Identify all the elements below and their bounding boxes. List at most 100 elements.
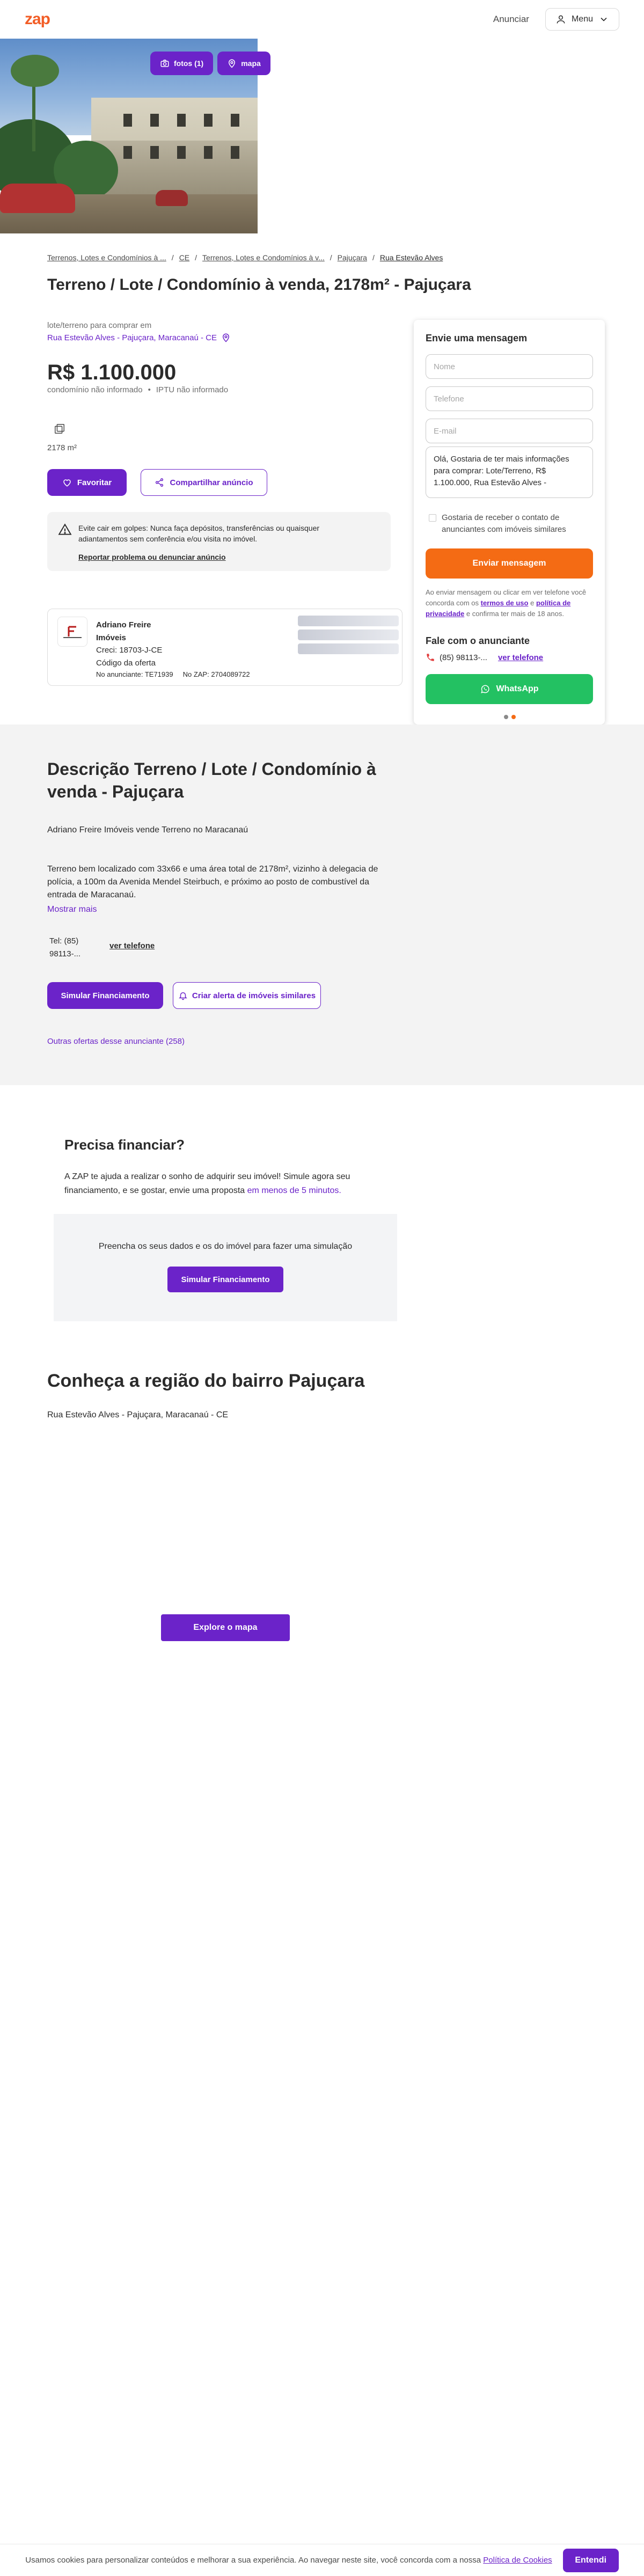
menu-label: Menu [571, 14, 593, 24]
zap-code: No ZAP: 2704089722 [182, 670, 250, 678]
breadcrumb-separator: / [372, 253, 375, 262]
anunciar-link[interactable]: Anunciar [493, 14, 529, 25]
page-title: Terreno / Lote / Condomínio à venda, 217… [47, 276, 471, 294]
contact-title: Fale com o anunciante [426, 635, 530, 646]
gallery-controls: fotos (1) mapa [150, 52, 270, 75]
financing-simulate-button[interactable]: Simular Financiamento [167, 1267, 283, 1292]
phone-icon [427, 654, 434, 661]
report-link[interactable]: Reportar problema ou denunciar anúncio [78, 553, 379, 561]
cookie-banner: Usamos cookies para personalizar conteúd… [0, 2544, 644, 2576]
iptu: IPTU não informado [156, 385, 229, 394]
price-details: condomínio não informado • IPTU não info… [47, 385, 228, 394]
breadcrumb: Terrenos, Lotes e Condomínios à ... / CE… [47, 253, 443, 262]
create-alert-button[interactable]: Criar alerta de imóveis similares [173, 982, 321, 1009]
cookie-accept-button[interactable]: Entendi [562, 2548, 619, 2572]
breadcrumb-item-neighborhood[interactable]: Pajuçara [338, 253, 367, 262]
whatsapp-icon [481, 685, 490, 693]
scam-alert: Evite cair em golpes: Nunca faça depósit… [47, 512, 391, 571]
favorite-label: Favoritar [77, 478, 112, 487]
breadcrumb-separator: / [330, 253, 332, 262]
description-phone: Tel: (85) 98113-... [49, 936, 81, 958]
offer-code-label: Código da oferta [96, 658, 156, 668]
advertiser-card: Adriano Freire Imóveis Creci: 18703-J-CE… [47, 609, 402, 686]
map-pin-icon [229, 59, 236, 68]
alert-text: Evite cair em golpes: Nunca faça depósit… [78, 524, 320, 543]
see-phone-link[interactable]: ver telefone [498, 653, 543, 662]
message-textarea[interactable]: Olá, Gostaria de ter mais informações pa… [426, 447, 593, 498]
gallery: fotos (1) mapa [0, 39, 644, 233]
optin-checkbox[interactable] [429, 514, 436, 522]
map-label: mapa [241, 59, 261, 68]
financing-title: Precisa financiar? [64, 1137, 185, 1153]
other-offers-link[interactable]: Outras ofertas desse anunciante (258) [47, 1037, 185, 1046]
email-input[interactable] [426, 419, 593, 443]
phone-input[interactable] [426, 386, 593, 411]
advertiser-logo-mark [63, 626, 82, 638]
form-title: Envie uma mensagem [426, 333, 528, 343]
breadcrumb-item-state[interactable]: CE [179, 253, 189, 262]
optin-label: Gostaria de receber o contato de anuncia… [442, 513, 566, 534]
create-alert-label: Criar alerta de imóveis similares [192, 991, 316, 1000]
map-pin-icon [222, 333, 229, 342]
description-body: Terreno bem localizado com 33x66 e uma á… [47, 865, 378, 899]
share-button[interactable]: Compartilhar anúncio [141, 469, 267, 496]
address-link[interactable]: Rua Estevão Alves - Pajuçara, Maracanaú … [47, 333, 231, 342]
financing-accent: em menos de 5 minutos. [247, 1186, 341, 1195]
phone-number: (85) 98113-... [440, 653, 487, 662]
advertiser-creci: Creci: 18703-J-CE [96, 646, 163, 655]
camera-icon [160, 60, 169, 67]
breadcrumb-item-category[interactable]: Terrenos, Lotes e Condomínios à ... [47, 253, 166, 262]
advertiser-logo[interactable] [57, 617, 87, 647]
name-input[interactable] [426, 354, 593, 379]
zap-logo[interactable]: zap [25, 10, 50, 28]
menu-button[interactable]: Menu [545, 8, 619, 31]
favorite-button[interactable]: Favoritar [47, 469, 127, 496]
map-button[interactable]: mapa [217, 52, 270, 75]
send-message-button[interactable]: Enviar mensagem [426, 548, 593, 579]
photos-label: fotos (1) [174, 59, 204, 68]
breadcrumb-item-street[interactable]: Rua Estevão Alves [380, 253, 443, 262]
whatsapp-label: WhatsApp [496, 684, 539, 693]
condo-fee: condomínio não informado [47, 385, 143, 394]
loading-skeleton [298, 630, 399, 640]
financing-box-text: Preencha os seus dados e os do imóvel pa… [98, 1242, 353, 1251]
breadcrumb-item-city[interactable]: Terrenos, Lotes e Condomínios à v... [202, 253, 325, 262]
bell-icon [179, 992, 187, 1000]
loading-skeleton [298, 643, 399, 654]
photos-button[interactable]: fotos (1) [150, 52, 214, 75]
terms-text: Ao enviar mensagem ou clicar em ver tele… [426, 588, 587, 618]
area-value: 2178 m² [47, 443, 77, 452]
warning-icon [58, 523, 72, 535]
financing-text: A ZAP te ajuda a realizar o sonho de adq… [64, 1172, 350, 1195]
terms-of-use-link[interactable]: termos de uso [481, 599, 529, 607]
site-header: zap Anunciar Menu [0, 0, 644, 39]
financing-box: Preencha os seus dados e os do imóvel pa… [54, 1214, 397, 1321]
advertiser-code: No anunciante: TE71939 [96, 670, 173, 678]
contact-form-card: Envie uma mensagem Olá, Gostaria de ter … [414, 320, 605, 724]
breadcrumb-separator: / [171, 253, 174, 262]
price: R$ 1.100.000 [47, 361, 177, 384]
heart-icon [63, 479, 71, 487]
phone-row: (85) 98113-... ver telefone [426, 653, 543, 662]
advertiser-name[interactable]: Adriano Freire Imóveis [96, 619, 177, 645]
description-section: Descrição Terreno / Lote / Condomínio à … [0, 724, 644, 1085]
carousel-dot[interactable] [511, 715, 516, 719]
explore-map-button[interactable]: Explore o mapa [161, 1614, 290, 1641]
cookie-text: Usamos cookies para personalizar conteúd… [25, 2556, 552, 2565]
show-more-link[interactable]: Mostrar mais [47, 905, 97, 914]
description-intro: Adriano Freire Imóveis vende Terreno no … [47, 825, 248, 835]
offer-codes: No anunciante: TE71939 No ZAP: 270408972… [96, 670, 250, 678]
whatsapp-button[interactable]: WhatsApp [426, 674, 593, 704]
cookie-policy-link[interactable]: Política de Cookies [483, 2556, 552, 2565]
simulate-financing-button[interactable]: Simular Financiamento [47, 982, 163, 1009]
carousel-dot-active[interactable] [504, 715, 508, 719]
area-icon [55, 424, 64, 434]
breadcrumb-separator: / [195, 253, 197, 262]
header-actions: Anunciar Menu [493, 8, 619, 31]
share-label: Compartilhar anúncio [170, 478, 253, 487]
chevron-down-icon [601, 17, 607, 21]
property-type: lote/terreno para comprar em [47, 321, 152, 330]
region-address: Rua Estevão Alves - Pajuçara, Maracanaú … [47, 1410, 229, 1419]
description-see-phone-link[interactable]: ver telefone [109, 941, 155, 950]
address-text: Rua Estevão Alves - Pajuçara, Maracanaú … [47, 333, 217, 342]
